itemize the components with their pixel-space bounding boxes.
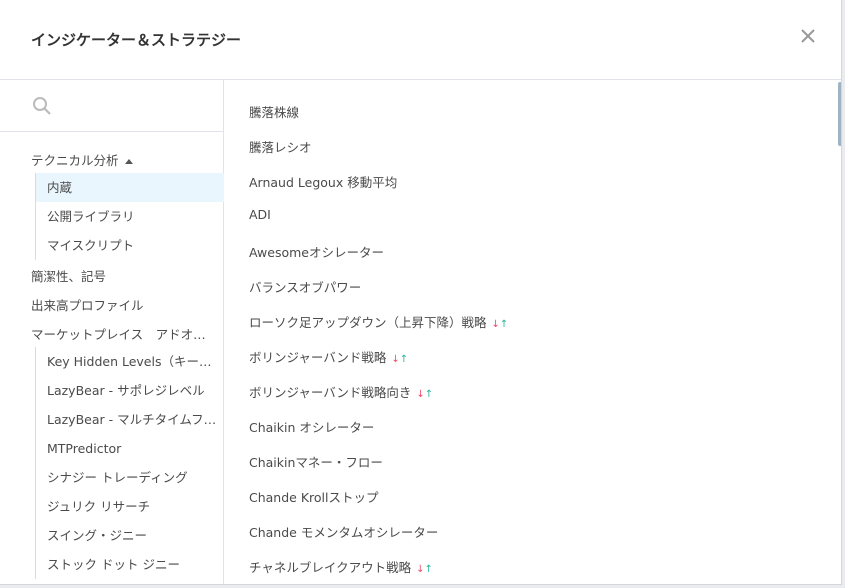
arrow-down-icon: ↓ [391,354,400,365]
indicator-label: ADI [249,207,271,222]
category-simplicity[interactable]: 簡潔性、記号 [31,266,106,285]
strategy-arrows-icon: ↓↑ [492,319,509,330]
arrow-up-icon: ↑ [399,354,409,365]
subcategory-item[interactable]: LazyBear - サポレジレベル [36,376,224,405]
indicator-item[interactable]: ローソク足アップダウン（上昇下降）戦略 ↓↑ [249,312,508,331]
indicator-label: チャネルブレイクアウト戦略 [249,560,412,575]
indicator-label: Chande Krollストップ [249,490,379,505]
search-icon [32,96,52,120]
indicator-item[interactable]: ボリンジャーバンド戦略向き ↓↑ [249,382,433,401]
dialog-title: インジケーター＆ストラテジー [31,31,242,49]
category-marketplace[interactable]: マーケットプレイス アドオ… [31,324,211,343]
indicator-label: Arnaud Legoux 移動平均 [249,175,398,190]
subcategory-item[interactable]: MTPredictor [36,434,224,463]
indicator-label: Chaikin オシレーター [249,420,375,435]
subcategory-public-library[interactable]: 公開ライブラリ [36,202,224,231]
arrow-down-icon: ↓ [416,564,425,575]
indicator-item[interactable]: Chaikinマネー・フロー [249,452,383,471]
category-label: テクニカル分析 [31,153,119,168]
indicator-label: バランスオブパワー [249,280,362,295]
indicator-item[interactable]: Awesomeオシレーター [249,242,384,261]
technical-subgroup: 内蔵 公開ライブラリ マイスクリプト [35,173,224,260]
indicator-item[interactable]: ADI [249,207,271,222]
category-technical[interactable]: テクニカル分析 [31,150,133,169]
subcategory-item[interactable]: シナジー トレーディング [36,463,224,492]
indicator-item[interactable]: ボリンジャーバンド戦略 ↓↑ [249,347,408,366]
strategy-arrows-icon: ↓↑ [416,564,433,575]
subcategory-my-scripts[interactable]: マイスクリプト [36,231,224,260]
subcategory-item[interactable]: スイング・ジニー [36,521,224,550]
arrow-up-icon: ↑ [424,564,433,575]
indicator-label: ボリンジャーバンド戦略 [249,350,387,365]
scrollbar[interactable] [838,82,841,146]
marketplace-subgroup: Key Hidden Levels（キー… LazyBear - サポレジレベル… [35,347,224,579]
subcategory-item[interactable]: ジュリク リサーチ [36,492,224,521]
indicator-list: 騰落株線騰落レシオ Arnaud Legoux 移動平均 ADI Awesomeオシレ… [224,80,841,584]
close-icon[interactable] [798,26,818,46]
indicator-label: 騰落株線 [249,105,300,120]
strategy-arrows-icon: ↓↑ [416,389,433,400]
indicator-label: Chaikinマネー・フロー [249,455,383,470]
search-input[interactable] [60,92,214,120]
category-volume-profile[interactable]: 出来高プロファイル [31,295,144,314]
indicator-item[interactable]: Chande Krollストップ [249,487,379,506]
subcategory-item[interactable]: Key Hidden Levels（キー… [36,347,224,376]
indicator-item[interactable]: Arnaud Legoux 移動平均 [249,172,397,191]
indicator-item[interactable]: 騰落レシオ [249,137,312,156]
indicator-item[interactable]: Chande モメンタムオシレーター [249,522,438,541]
arrow-up-icon: ↑ [499,319,509,330]
subcategory-item[interactable]: ストック ドット ジニー [36,550,224,579]
indicator-item[interactable]: 騰落株線 [249,102,299,121]
arrow-down-icon: ↓ [416,389,425,400]
caret-up-icon [124,159,133,164]
arrow-up-icon: ↑ [424,389,434,400]
indicator-label: Chande モメンタムオシレーター [249,525,439,540]
dialog-header: インジケーター＆ストラテジー [0,0,841,80]
indicator-label: ボリンジャーバンド戦略向き [249,385,412,400]
strategy-arrows-icon: ↓↑ [391,354,408,365]
arrow-down-icon: ↓ [491,319,500,330]
indicator-label: Awesomeオシレーター [249,245,384,260]
indicator-label: ローソク足アップダウン（上昇下降）戦略 [249,315,487,330]
indicators-dialog: インジケーター＆ストラテジー テクニカル分析 内蔵 公開ライブラリ マイスクリプ… [0,0,842,585]
indicator-item[interactable]: Chaikin オシレーター [249,417,374,436]
indicator-label: 騰落レシオ [249,140,312,155]
category-sidebar: テクニカル分析 内蔵 公開ライブラリ マイスクリプト 簡潔性、記号 出来高プロフ… [0,80,224,584]
subcategory-builtin[interactable]: 内蔵 [36,173,224,202]
indicator-item[interactable]: バランスオブパワー [249,277,361,296]
subcategory-item[interactable]: LazyBear - マルチタイムフ… [36,405,224,434]
search-bar [0,80,223,132]
indicator-item[interactable]: チャネルブレイクアウト戦略 ↓↑ [249,557,433,576]
